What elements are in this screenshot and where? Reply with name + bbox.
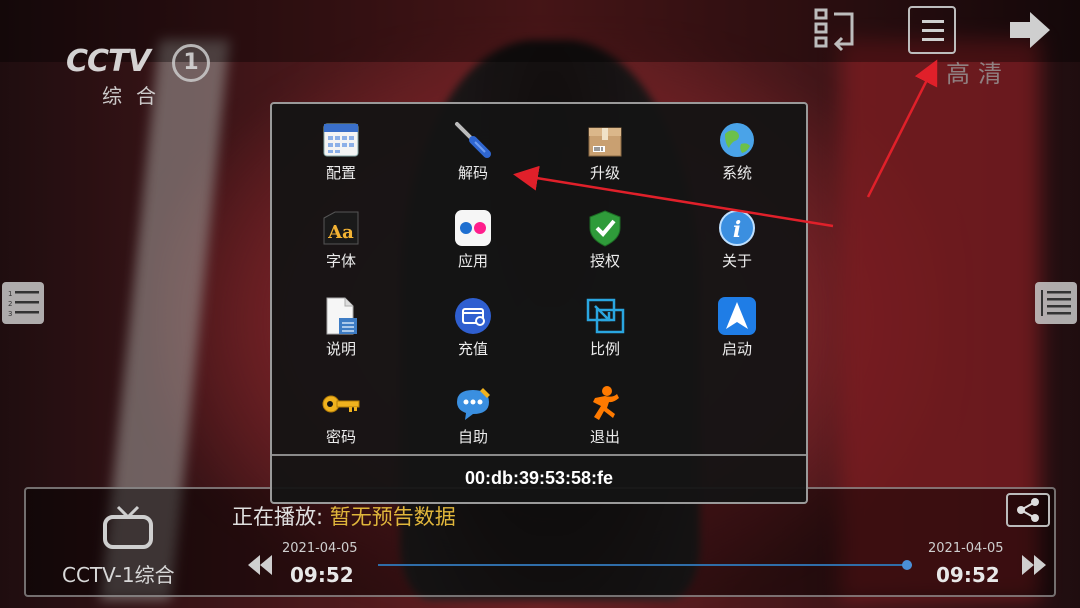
channel-name: CCTV-1综合: [62, 563, 175, 587]
menu-item-label: 启动: [721, 340, 752, 358]
channel-logo-main: CCTV: [66, 44, 151, 79]
switch-source-icon[interactable]: [812, 6, 860, 54]
aspect-ratio-icon: [585, 296, 625, 336]
channel-logo: CCTV 1 综合: [66, 44, 210, 108]
progress-handle[interactable]: [901, 560, 912, 570]
shield-check-icon: [585, 208, 625, 248]
menu-item-10[interactable]: 充值: [407, 280, 539, 368]
settings-menu-popup: 配置 解码 升级 系统 Aa 字体 应用 授权 i 关于说明 充值 比例 启动密码 自助 退出 00:db:…: [270, 102, 808, 504]
quality-label[interactable]: 高清: [946, 54, 1010, 89]
screwdriver-icon: [453, 120, 493, 160]
flickr-icon: [453, 208, 493, 248]
menu-item-2[interactable]: 解码: [407, 104, 539, 192]
menu-item-1[interactable]: 配置: [275, 104, 407, 192]
channel-logo-sub: 综合: [102, 84, 170, 108]
start-date: 2021-04-05: [282, 541, 358, 556]
document-icon: [321, 296, 361, 336]
end-date: 2021-04-05: [928, 541, 1004, 556]
now-playing-label: 正在播放:: [232, 505, 324, 529]
list-icon: [1041, 290, 1071, 316]
menu-item-11[interactable]: 比例: [539, 280, 671, 368]
svg-text:2: 2: [8, 300, 12, 308]
channel-list-button[interactable]: 1 2 3: [2, 282, 44, 324]
rewind-icon[interactable]: [246, 553, 274, 581]
font-icon: Aa: [321, 208, 361, 248]
menu-item-6[interactable]: 应用: [407, 192, 539, 280]
menu-item-7[interactable]: 授权: [539, 192, 671, 280]
chat-bubble-icon: [453, 384, 493, 424]
globe-icon: [717, 120, 757, 160]
menu-item-label: 自助: [457, 428, 488, 446]
share-button[interactable]: [1006, 493, 1050, 527]
menu-item-15[interactable]: 退出: [539, 368, 671, 456]
calendar-icon: [321, 120, 361, 160]
svg-text:3: 3: [8, 310, 12, 318]
progress-bar[interactable]: [378, 564, 912, 566]
tv-icon: [102, 503, 154, 555]
svg-text:i: i: [733, 217, 741, 243]
channel-logo-number: 1: [172, 44, 210, 82]
menu-item-label: 退出: [589, 428, 620, 446]
now-playing: 正在播放: 暂无预告数据: [232, 501, 456, 531]
numbered-list-icon: 1 2 3: [8, 290, 39, 318]
package-icon: [585, 120, 625, 160]
running-man-icon: [585, 384, 625, 424]
menu-item-label: 充值: [457, 340, 488, 358]
menu-item-14[interactable]: 自助: [407, 368, 539, 456]
recharge-card-icon: [453, 296, 493, 336]
menu-item-9[interactable]: 说明: [275, 280, 407, 368]
mac-address: 00:db:39:53:58:fe: [464, 468, 614, 488]
menu-item-13[interactable]: 密码: [275, 368, 407, 456]
menu-item-label: 系统: [721, 164, 752, 182]
menu-item-3[interactable]: 升级: [539, 104, 671, 192]
program-list-button[interactable]: [1035, 282, 1077, 324]
info-icon: i: [717, 208, 757, 248]
menu-item-label: 密码: [325, 428, 356, 446]
menu-item-label: 关于: [721, 252, 752, 270]
share-icon: [1017, 498, 1039, 522]
menu-icon[interactable]: [908, 6, 956, 54]
fast-forward-icon[interactable]: [1020, 553, 1048, 581]
menu-item-label: 说明: [325, 340, 356, 358]
menu-item-4[interactable]: 系统: [671, 104, 803, 192]
menu-item-12[interactable]: 启动: [671, 280, 803, 368]
now-playing-value: 暂无预告数据: [329, 505, 456, 529]
menu-item-label: 解码: [457, 164, 488, 182]
menu-divider: [272, 454, 806, 456]
menu-item-label: 应用: [457, 252, 488, 270]
menu-item-5[interactable]: Aa 字体: [275, 192, 407, 280]
svg-text:1: 1: [8, 290, 12, 298]
menu-grid: 配置 解码 升级 系统 Aa 字体 应用 授权 i 关于说明 充值 比例 启动密码 自助 退出: [272, 104, 806, 454]
next-channel-icon[interactable]: [1006, 6, 1054, 54]
menu-item-label: 配置: [325, 164, 356, 182]
menu-item-8[interactable]: i 关于: [671, 192, 803, 280]
menu-item-label: 字体: [325, 252, 356, 270]
menu-item-label: 授权: [589, 252, 620, 270]
menu-item-label: 升级: [589, 164, 620, 182]
menu-item-label: 比例: [589, 340, 620, 358]
start-time: 09:52: [290, 563, 354, 587]
launch-arrow-icon: [717, 296, 757, 336]
end-time: 09:52: [936, 563, 1000, 587]
key-icon: [321, 384, 361, 424]
svg-text:Aa: Aa: [327, 222, 354, 243]
